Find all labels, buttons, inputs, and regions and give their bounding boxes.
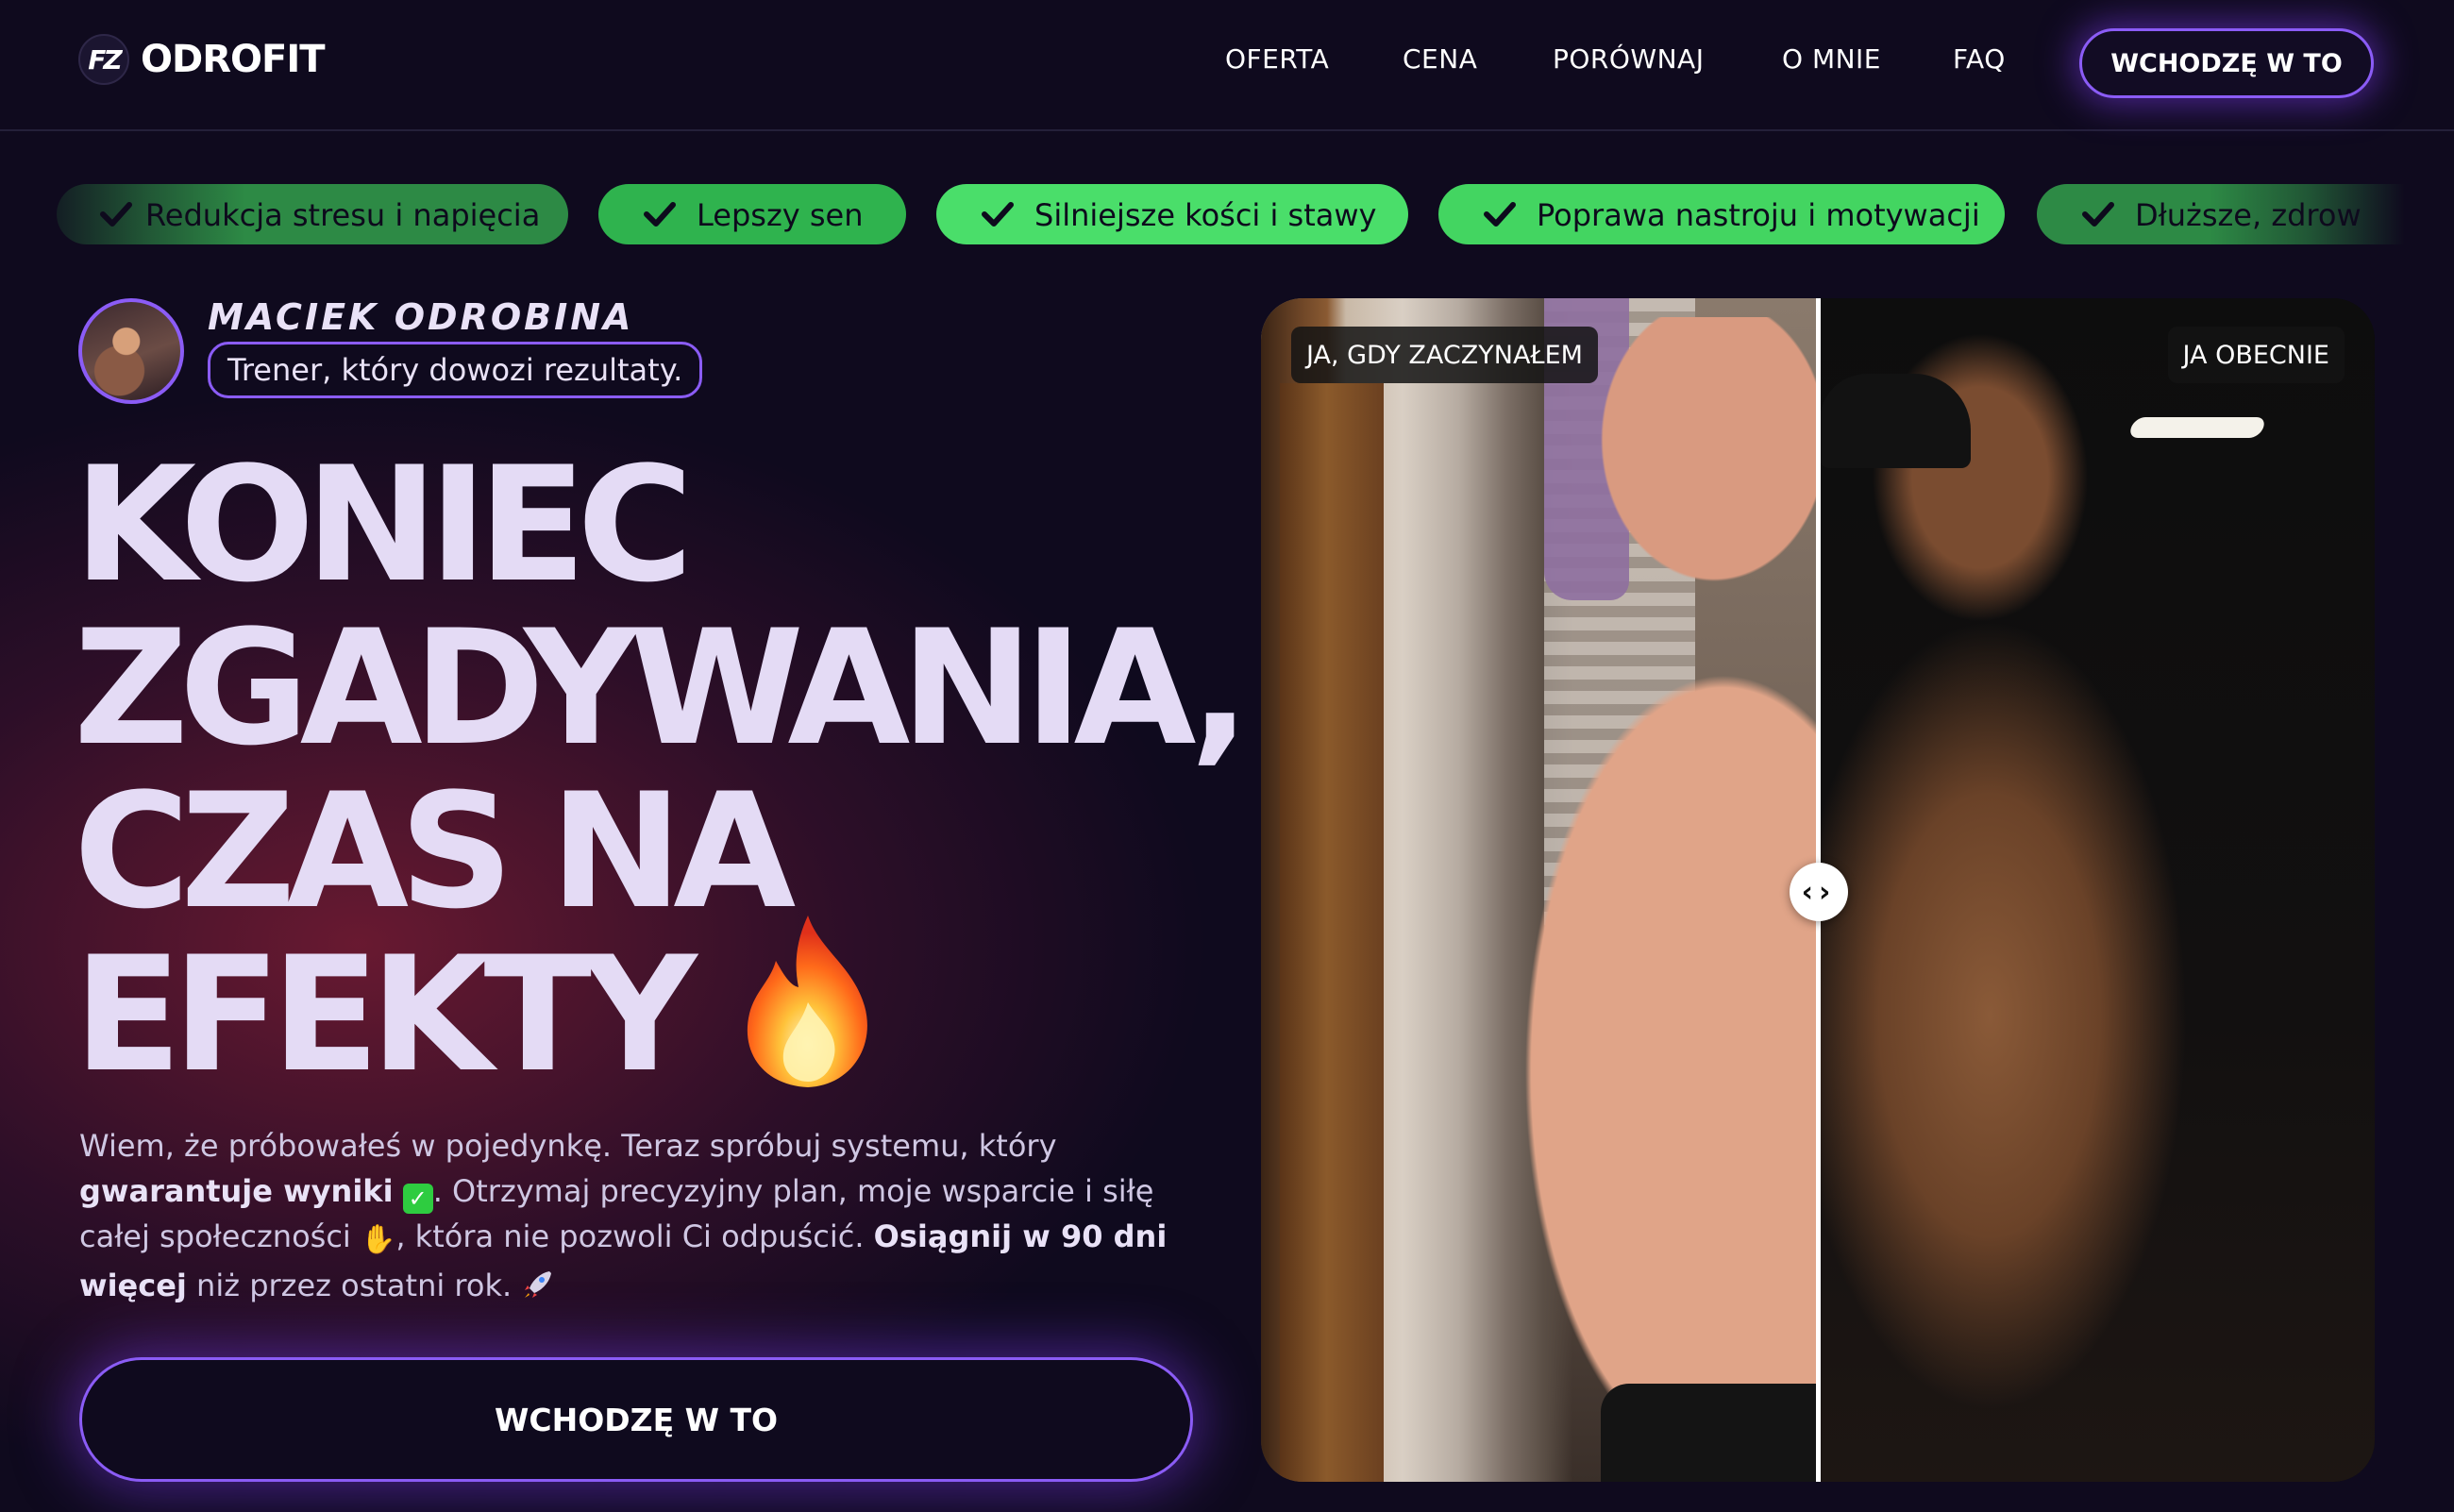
check-icon [1484,202,1516,227]
benefit-label: Lepszy sen [697,197,864,233]
author-avatar [78,298,184,404]
after-photo-cap [1820,374,1971,468]
site-header: FZ ODROFIT OFERTA CENA PORÓWNAJ O MNIE F… [0,0,2454,131]
nav-item-cena[interactable]: CENA [1403,43,1477,75]
benefit-pill: Lepszy sen [598,184,906,244]
header-cta-button[interactable]: WCHODZĘ W TO [2079,28,2374,98]
headline-line: ZGADYWANIA, [74,596,1250,781]
nav-item-o-mnie[interactable]: O MNIE [1782,43,1881,75]
author-name: MACIEK ODROBINA [208,296,634,338]
headline-line: CZAS NA [74,759,796,944]
description-highlight: gwarantuje wyniki [79,1173,394,1209]
benefit-label: Poprawa nastroju i motywacji [1537,197,1980,233]
description-text: niż przez ostatni rok. [186,1268,522,1303]
hero-headline: KONIEC ZGADYWANIA, CZAS NA EFEKTY [74,432,1250,1107]
author-tagline-badge: Trener, który dowozi rezultaty. [208,342,703,398]
nav-item-faq[interactable]: FAQ [1953,43,2006,75]
after-label: JA OBECNIE [2167,327,2345,383]
before-photo-shorts [1601,1384,1816,1482]
hero-cta-button[interactable]: WCHODZĘ W TO [79,1357,1193,1482]
description-text: Wiem, że próbowałeś w pojedynkę. Teraz s… [79,1128,1057,1164]
before-photo-figure [1516,317,1837,1482]
nav-item-oferta[interactable]: OFERTA [1225,43,1329,75]
benefit-pill: Dłuższe, zdrow [2037,184,2454,244]
before-photo [1261,298,1837,1482]
benefit-pill: Poprawa nastroju i motywacji [1438,184,2005,244]
check-mark-emoji-icon: ✓ [402,1184,433,1214]
before-after-slider[interactable]: ‹› JA, GDY ZACZYNAŁEM JA OBECNIE [1261,298,2375,1482]
check-icon [2082,202,2114,227]
check-icon [982,202,1014,227]
benefit-label: Redukcja stresu i napięcia [145,197,541,233]
after-photo-light [2126,417,2268,438]
hero-description: Wiem, że próbowałeś w pojedynkę. Teraz s… [79,1123,1202,1308]
logo-mark-icon: FZ [78,34,129,85]
benefits-marquee: Redukcja stresu i napięcia Lepszy sen Si… [0,184,2454,244]
benefit-label: Dłuższe, zdrow [2135,197,2362,233]
before-label: JA, GDY ZACZYNAŁEM [1291,327,1598,383]
benefit-label: Silniejsze kości i stawy [1034,197,1377,233]
slider-handle-icon[interactable]: ‹› [1790,863,1848,921]
logo-text: ODROFIT [141,38,326,81]
headline-line: KONIEC [74,432,694,617]
fire-icon [747,916,867,1087]
check-icon [100,202,132,227]
after-photo [1820,298,2375,1482]
check-icon [644,202,676,227]
description-text: , która nie pozwoli Ci odpuścić. [395,1218,874,1254]
benefit-pill: Redukcja stresu i napięcia [57,184,568,244]
benefit-pill: Silniejsze kości i stawy [936,184,1408,244]
rocket-emoji-icon [525,1271,552,1298]
headline-line: EFEKTY [74,922,698,1107]
nav-item-porownaj[interactable]: PORÓWNAJ [1553,43,1704,75]
raised-hands-emoji-icon: ✋ [360,1223,396,1256]
logo[interactable]: FZ ODROFIT [78,34,326,85]
before-photo-door [1280,383,1384,1482]
